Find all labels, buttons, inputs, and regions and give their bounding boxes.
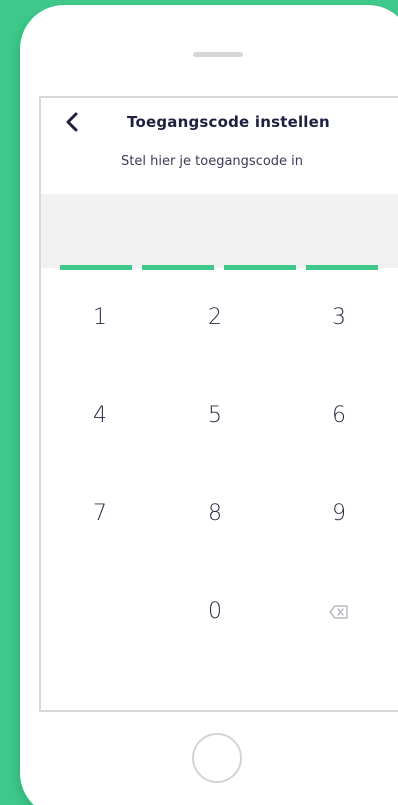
page-subtitle: Stel hier je toegangscode in	[121, 154, 304, 169]
keypad-key-6[interactable]: 6	[299, 386, 379, 446]
keypad-key-2[interactable]: 2	[175, 288, 255, 348]
passcode-display	[41, 194, 398, 268]
backspace-button[interactable]	[299, 582, 379, 642]
passcode-slot-4	[306, 265, 378, 270]
keypad-key-7[interactable]: 7	[60, 484, 140, 544]
keypad-key-9[interactable]: 9	[299, 484, 379, 544]
passcode-slot-1	[60, 265, 132, 270]
back-button[interactable]	[61, 110, 85, 134]
speaker-grille	[193, 52, 243, 57]
keypad-key-8[interactable]: 8	[175, 484, 255, 544]
passcode-slot-3	[224, 265, 296, 270]
keypad-key-5[interactable]: 5	[175, 386, 255, 446]
home-button[interactable]	[192, 733, 242, 783]
backspace-icon	[329, 605, 348, 619]
passcode-slot-2	[142, 265, 214, 270]
chevron-left-icon	[66, 112, 78, 132]
keypad-key-4[interactable]: 4	[60, 386, 140, 446]
page: Toegangscode instellen Stel hier je toeg…	[0, 0, 398, 805]
keypad-key-1[interactable]: 1	[60, 288, 140, 348]
page-title: Toegangscode instellen	[127, 113, 330, 131]
keypad-key-3[interactable]: 3	[299, 288, 379, 348]
app-screen: Toegangscode instellen Stel hier je toeg…	[39, 96, 398, 712]
keypad-key-0[interactable]: 0	[175, 582, 255, 642]
